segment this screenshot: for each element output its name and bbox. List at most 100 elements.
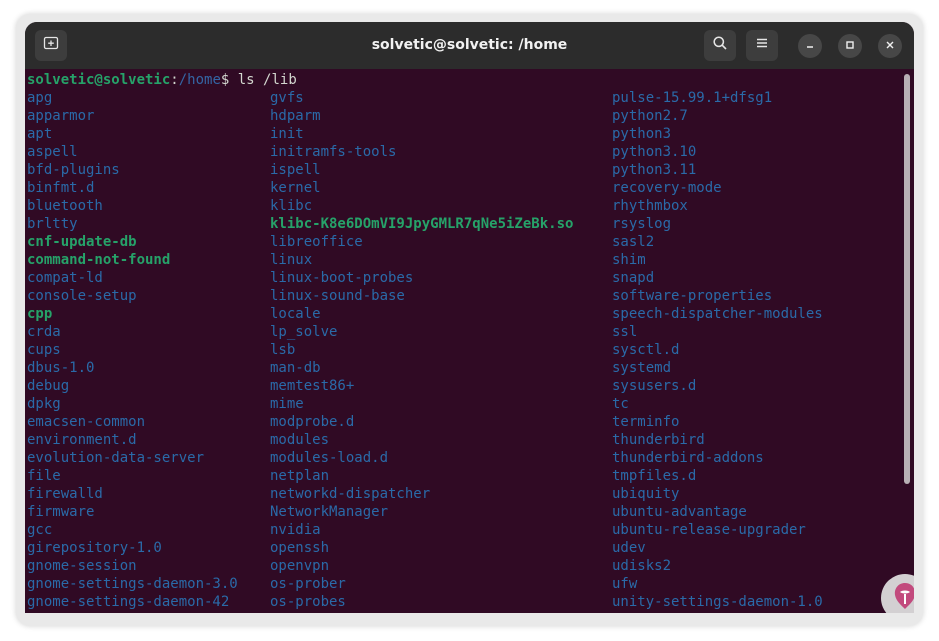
ls-entry: klibc xyxy=(270,198,313,214)
ls-entry: sasl2 xyxy=(612,234,655,250)
ls-entry: rsyslog xyxy=(612,216,672,232)
ls-entry: nvidia xyxy=(270,522,321,538)
ls-entry: gnome-settings-daemon-3.0 xyxy=(27,576,238,592)
ls-entry: klibc-K8e6DOmVI9JpyGMLR7qNe5iZeBk.so xyxy=(270,216,574,232)
ls-entry: linux xyxy=(270,252,313,268)
ls-entry: dpkg xyxy=(27,396,61,412)
ls-entry: man-db xyxy=(270,360,321,376)
ls-entry: udev xyxy=(612,540,646,556)
ls-entry: hdparm xyxy=(270,108,321,124)
ls-entry: cups xyxy=(27,342,61,358)
ls-entry: environment.d xyxy=(27,432,137,448)
ls-entry: udisks2 xyxy=(612,558,672,574)
close-icon xyxy=(885,37,895,55)
ls-entry: sysctl.d xyxy=(612,342,680,358)
ls-entry: console-setup xyxy=(27,288,137,304)
ls-entry: firmware xyxy=(27,504,95,520)
ls-entry: sysusers.d xyxy=(612,378,697,394)
ls-entry: command-not-found xyxy=(27,252,171,268)
ls-entry: compat-ld xyxy=(27,270,103,286)
ls-entry: kernel xyxy=(270,180,321,196)
maximize-icon xyxy=(845,37,855,55)
ls-entry: file xyxy=(27,468,61,484)
ls-entry: apt xyxy=(27,126,53,142)
ls-entry: modprobe.d xyxy=(270,414,355,430)
ls-entry: apparmor xyxy=(27,108,95,124)
ls-entry: thunderbird xyxy=(612,432,705,448)
ls-entry: dbus-1.0 xyxy=(27,360,95,376)
ls-entry: ubuntu-release-upgrader xyxy=(612,522,806,538)
menu-button[interactable] xyxy=(746,30,778,61)
ls-entry: modules-load.d xyxy=(270,450,389,466)
solvetic-logo-icon xyxy=(888,579,914,614)
ls-entry: evolution-data-server xyxy=(27,450,205,466)
prompt-path: /home xyxy=(178,72,221,88)
search-button[interactable] xyxy=(704,30,736,61)
ls-entry: os-probes xyxy=(270,594,346,610)
ls-entry: initramfs-tools xyxy=(270,144,397,160)
ls-entry: lsb xyxy=(270,342,296,358)
ls-entry: gnome-session xyxy=(27,558,137,574)
ls-entry: ubuntu-advantage xyxy=(612,504,747,520)
ls-entry: ubiquity xyxy=(612,486,680,502)
ls-entry: emacsen-common xyxy=(27,414,146,430)
minimize-button[interactable] xyxy=(798,34,822,58)
ls-entry: systemd xyxy=(612,360,672,376)
ls-entry: tmpfiles.d xyxy=(612,468,697,484)
ls-entry: unity-settings-daemon-1.0 xyxy=(612,594,823,610)
prompt-user-host: solvetic@solvetic xyxy=(27,72,171,88)
minimize-icon xyxy=(805,37,815,55)
prompt-colon: : xyxy=(170,72,179,88)
terminal-content[interactable]: solvetic@solvetic:/home$ ls /lib apg appa… xyxy=(25,69,914,613)
ls-entry: tc xyxy=(612,396,629,412)
ls-entry: speech-dispatcher-modules xyxy=(612,306,823,322)
ls-entry: modules xyxy=(270,432,330,448)
ls-entry: brltty xyxy=(27,216,78,232)
ls-entry: python3.11 xyxy=(612,162,697,178)
close-button[interactable] xyxy=(878,34,902,58)
prompt-line: solvetic@solvetic:/home$ ls /lib xyxy=(27,71,297,89)
search-icon xyxy=(712,35,728,56)
ls-entry: ssl xyxy=(612,324,638,340)
ls-entry: thunderbird-addons xyxy=(612,450,764,466)
scrollbar-thumb[interactable] xyxy=(904,74,910,484)
hamburger-menu-icon xyxy=(755,36,769,55)
ls-entry: lp_solve xyxy=(270,324,338,340)
ls-entry: networkd-dispatcher xyxy=(270,486,431,502)
ls-entry: openssh xyxy=(270,540,330,556)
terminal-window: solvetic@solvetic: /home solvetic@solvet… xyxy=(25,22,914,613)
ls-entry: init xyxy=(270,126,304,142)
ls-entry: libreoffice xyxy=(270,234,363,250)
ls-entry: gvfs xyxy=(270,90,304,106)
ls-entry: recovery-mode xyxy=(612,180,722,196)
ls-entry: os-prober xyxy=(270,576,346,592)
ls-entry: rhythmbox xyxy=(612,198,688,214)
ls-entry: locale xyxy=(270,306,321,322)
ls-entry: pulse-15.99.1+dfsg1 xyxy=(612,90,773,106)
ls-entry: ufw xyxy=(612,576,638,592)
ls-entry: mime xyxy=(270,396,304,412)
ls-entry: cpp xyxy=(27,306,53,322)
ls-entry: gnome-settings-daemon-42 xyxy=(27,594,230,610)
ls-entry: cnf-update-db xyxy=(27,234,137,250)
title-bar[interactable]: solvetic@solvetic: /home xyxy=(25,22,914,69)
maximize-button[interactable] xyxy=(838,34,862,58)
ls-entry: aspell xyxy=(27,144,78,160)
ls-entry: firewalld xyxy=(27,486,103,502)
ls-entry: apg xyxy=(27,90,53,106)
ls-entry: bfd-plugins xyxy=(27,162,120,178)
ls-entry: bluetooth xyxy=(27,198,103,214)
ls-entry: openvpn xyxy=(270,558,330,574)
ls-entry: python3 xyxy=(612,126,672,142)
ls-entry: ispell xyxy=(270,162,321,178)
ls-entry: linux-boot-probes xyxy=(270,270,414,286)
ls-entry: debug xyxy=(27,378,70,394)
ls-entry: crda xyxy=(27,324,61,340)
ls-entry: software-properties xyxy=(612,288,773,304)
ls-entry: snapd xyxy=(612,270,655,286)
window-title: solvetic@solvetic: /home xyxy=(371,37,568,53)
ls-entry: girepository-1.0 xyxy=(27,540,162,556)
ls-entry: NetworkManager xyxy=(270,504,389,520)
ls-entry: python2.7 xyxy=(612,108,688,124)
ls-entry: binfmt.d xyxy=(27,180,95,196)
